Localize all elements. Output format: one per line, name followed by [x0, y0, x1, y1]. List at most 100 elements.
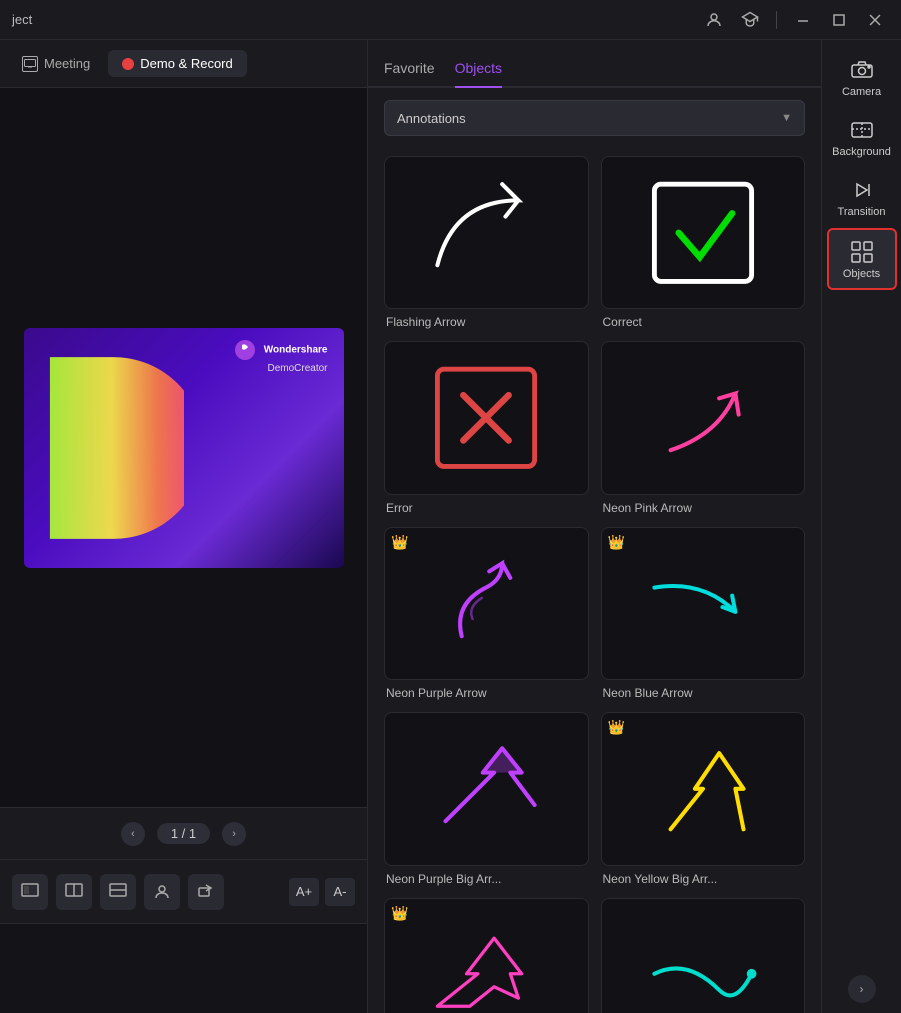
tab-demo-record[interactable]: Demo & Record [108, 50, 246, 77]
crown-badge: 👑 [391, 534, 408, 551]
object-item-neon-blue-arrow[interactable]: 👑 Neon Blue Arrow [601, 527, 806, 700]
pagination: ‹ 1 / 1 › [0, 807, 367, 859]
object-label-neon-purple-big-arrow: Neon Purple Big Arr... [384, 872, 589, 886]
left-panel: Meeting Demo & Record Wondershare DemoCr… [0, 40, 368, 1013]
object-thumb-error [384, 341, 589, 494]
objects-icon [850, 240, 874, 264]
prev-page-btn[interactable]: ‹ [121, 822, 145, 846]
object-thumb-neon-yellow-big-arrow: 👑 [601, 712, 806, 865]
text-decrease-btn[interactable]: A- [325, 878, 355, 906]
tab-favorite[interactable]: Favorite [384, 60, 435, 88]
layout1-btn[interactable] [12, 874, 48, 910]
dropdown-selected: Annotations [397, 111, 466, 126]
background-label: Background [832, 146, 891, 158]
text-increase-btn[interactable]: A+ [289, 878, 319, 906]
far-right-sidebar: Camera Background Transition [821, 40, 901, 1013]
record-icon [122, 58, 134, 70]
graduation-icon-btn[interactable] [736, 6, 764, 34]
crown-badge: 👑 [608, 719, 625, 736]
share-btn[interactable] [188, 874, 224, 910]
sidebar-expand-btn[interactable]: › [848, 975, 876, 1003]
object-svg-neon-blue-arrow [622, 543, 784, 664]
close-btn[interactable] [861, 6, 889, 34]
object-item-correct[interactable]: Correct [601, 156, 806, 329]
object-label-neon-yellow-big-arrow: Neon Yellow Big Arr... [601, 872, 806, 886]
sidebar-item-transition[interactable]: Transition [827, 168, 897, 226]
titlebar-controls [700, 6, 889, 34]
bottom-scroll-area [0, 923, 367, 1013]
crown-badge: 👑 [391, 905, 408, 922]
object-item-neon-purple-big-arrow[interactable]: Neon Purple Big Arr... [384, 712, 589, 885]
object-svg-neon-purple-big-arrow [405, 728, 567, 849]
app-body: Meeting Demo & Record Wondershare DemoCr… [0, 40, 901, 1013]
crown-badge: 👑 [608, 534, 625, 551]
object-label-neon-blue-arrow: Neon Blue Arrow [601, 686, 806, 700]
object-item-neon-yellow-big-arrow[interactable]: 👑 Neon Yellow Big Arr... [601, 712, 806, 885]
object-item-error[interactable]: Error [384, 341, 589, 514]
preview-area: Wondershare DemoCreator [0, 88, 367, 807]
objects-grid: Flashing Arrow Correct Error Neon Pink A… [368, 148, 821, 1013]
camera-icon [850, 58, 874, 82]
object-label-neon-pink-arrow: Neon Pink Arrow [601, 501, 806, 515]
dropdown-arrow-icon: ▼ [781, 112, 792, 124]
object-thumb-neon-purple-big-arrow [384, 712, 589, 865]
object-item-neon-pink-big-arrow[interactable]: 👑 Neon Pink Big Arrow [384, 898, 589, 1013]
titlebar: ject [0, 0, 901, 40]
demo-record-tab-label: Demo & Record [140, 56, 232, 71]
slide-logo-text1: Wondershare [264, 344, 328, 355]
object-thumb-neon-blue-arrow: 👑 [601, 527, 806, 680]
objects-tabs: Favorite Objects [368, 40, 821, 88]
object-svg-flashing-arrow [405, 172, 567, 293]
layout3-btn[interactable] [100, 874, 136, 910]
object-thumb-neon-blue-line [601, 898, 806, 1013]
object-label-flashing-arrow: Flashing Arrow [384, 315, 589, 329]
slide-logo: Wondershare DemoCreator [235, 340, 327, 378]
object-item-neon-pink-arrow[interactable]: Neon Pink Arrow [601, 341, 806, 514]
camera-label: Camera [842, 86, 881, 98]
monitor-icon [22, 56, 38, 72]
object-svg-neon-purple-arrow [405, 543, 567, 664]
object-item-neon-blue-line[interactable]: Neon Blue Line [601, 898, 806, 1013]
person-btn[interactable] [144, 874, 180, 910]
tab-objects[interactable]: Objects [455, 60, 502, 88]
meeting-tab-label: Meeting [44, 56, 90, 71]
top-tabs: Meeting Demo & Record [0, 40, 367, 88]
object-svg-correct [622, 172, 784, 293]
object-svg-neon-pink-arrow [622, 358, 784, 479]
category-dropdown-row: Annotations ▼ [368, 88, 821, 148]
sidebar-item-objects[interactable]: Objects [827, 228, 897, 290]
object-thumb-neon-purple-arrow: 👑 [384, 527, 589, 680]
text-size-controls: A+ A- [289, 878, 355, 906]
slide-shape [34, 348, 184, 548]
object-label-neon-purple-arrow: Neon Purple Arrow [384, 686, 589, 700]
object-svg-error [405, 358, 567, 479]
sidebar-item-background[interactable]: Background [827, 108, 897, 166]
object-thumb-flashing-arrow [384, 156, 589, 309]
objects-label: Objects [843, 268, 880, 280]
sidebar-item-camera[interactable]: Camera [827, 48, 897, 106]
object-thumb-neon-pink-arrow [601, 341, 806, 494]
transition-label: Transition [838, 206, 886, 218]
transition-icon [850, 178, 874, 202]
category-dropdown[interactable]: Annotations ▼ [384, 100, 805, 136]
app-title: ject [12, 12, 32, 27]
user-icon-btn[interactable] [700, 6, 728, 34]
maximize-btn[interactable] [825, 6, 853, 34]
minimize-btn[interactable] [789, 6, 817, 34]
page-indicator: 1 / 1 [157, 823, 210, 844]
object-svg-neon-pink-big-arrow [405, 914, 567, 1013]
titlebar-divider [776, 11, 777, 29]
bottom-toolbar: A+ A- [0, 859, 367, 923]
object-thumb-neon-pink-big-arrow: 👑 [384, 898, 589, 1013]
next-page-btn[interactable]: › [222, 822, 246, 846]
object-item-flashing-arrow[interactable]: Flashing Arrow [384, 156, 589, 329]
background-icon [850, 118, 874, 142]
tab-meeting[interactable]: Meeting [8, 50, 104, 78]
preview-slide: Wondershare DemoCreator [24, 328, 344, 568]
object-label-error: Error [384, 501, 589, 515]
objects-panel: Favorite Objects Annotations ▼ Flashing … [368, 40, 821, 1013]
object-svg-neon-blue-line [622, 914, 784, 1013]
object-item-neon-purple-arrow[interactable]: 👑 Neon Purple Arrow [384, 527, 589, 700]
layout2-btn[interactable] [56, 874, 92, 910]
slide-logo-text2: DemoCreator [267, 363, 327, 374]
